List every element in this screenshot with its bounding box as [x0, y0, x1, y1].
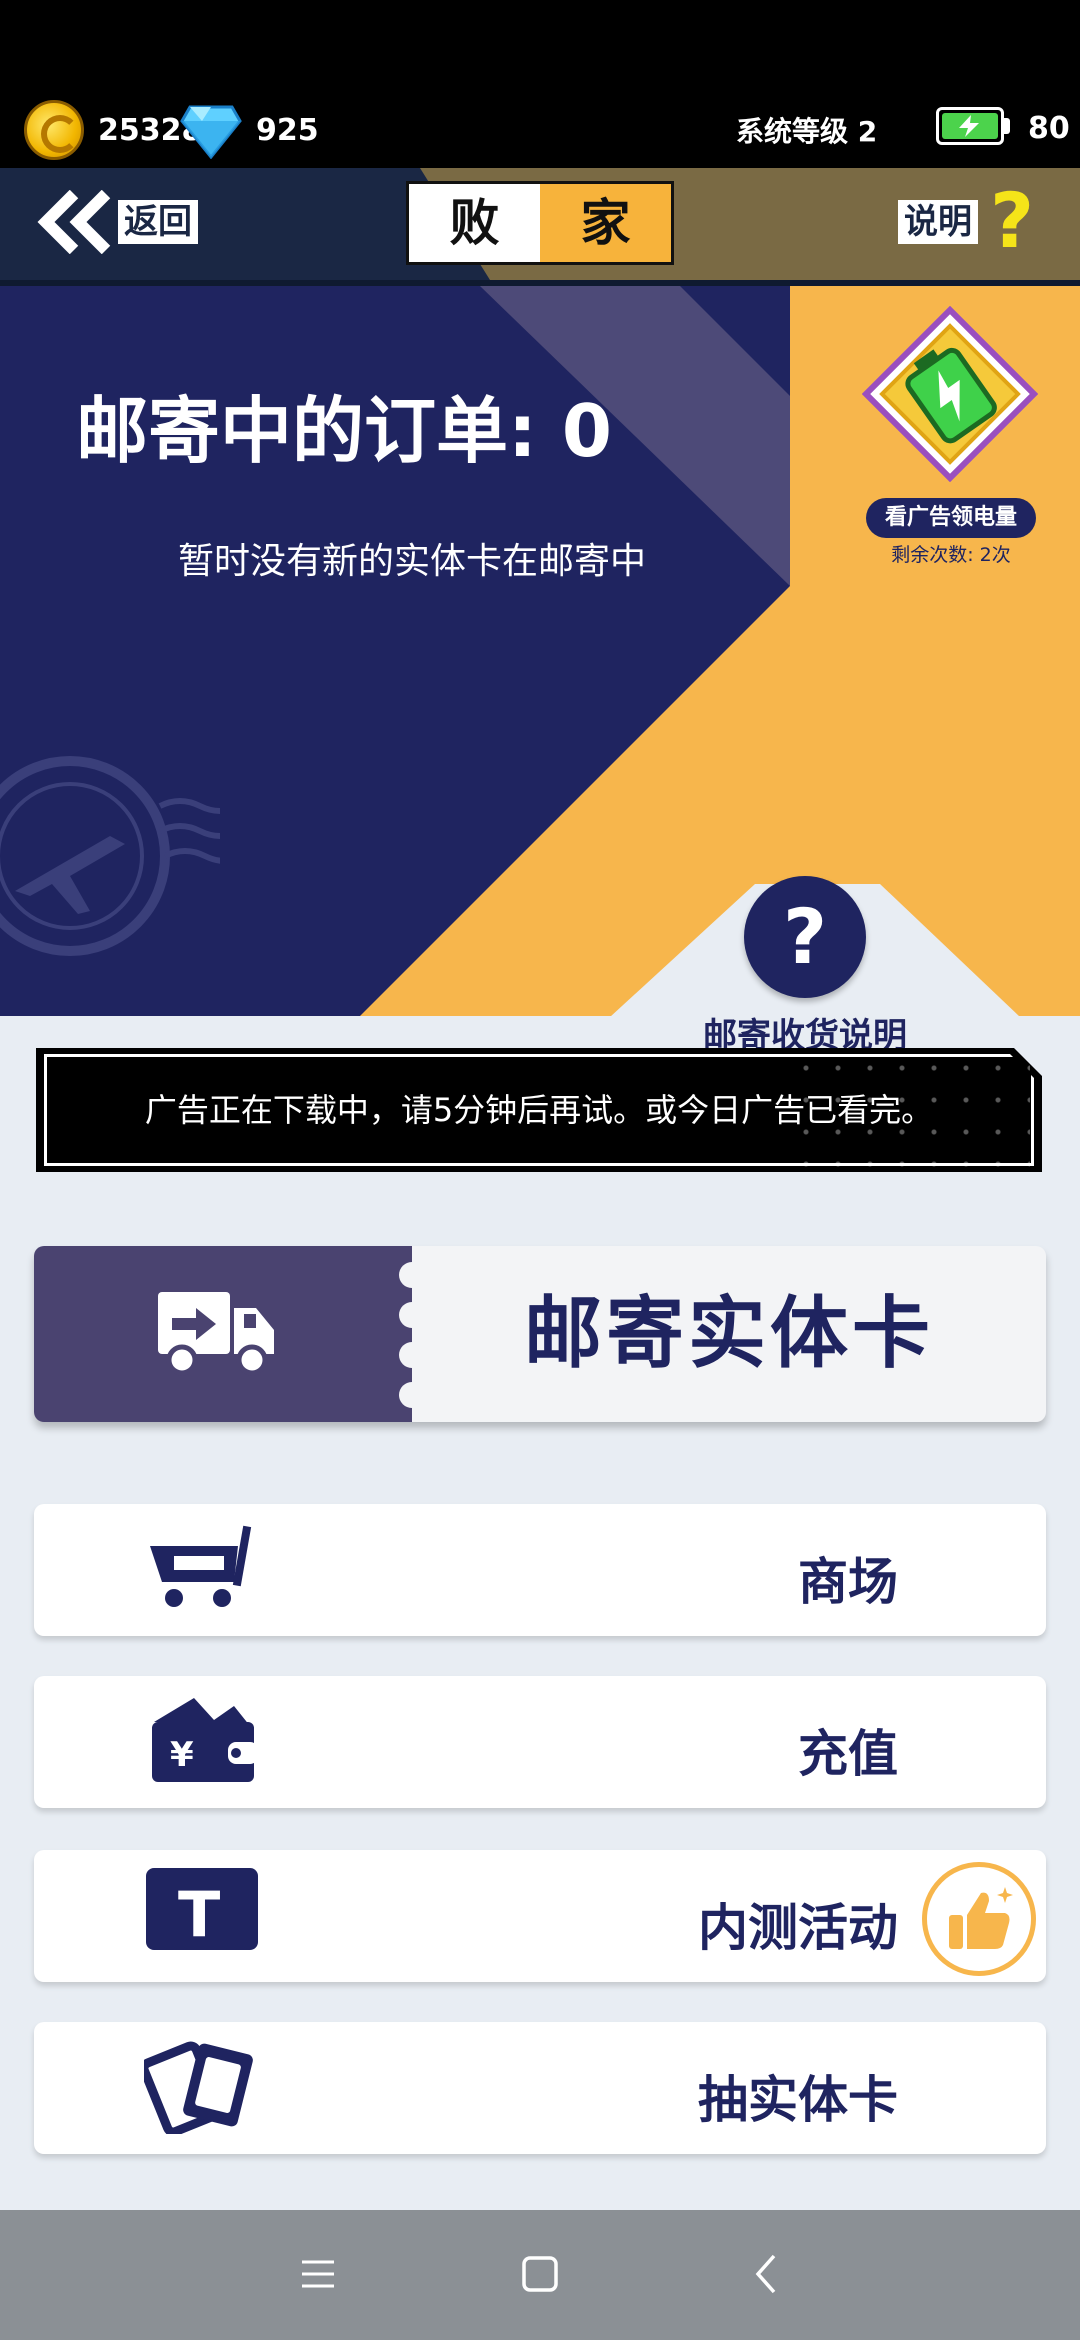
back-label[interactable]: 返回	[118, 200, 198, 244]
orders-empty-text: 暂时没有新的实体卡在邮寄中	[178, 541, 647, 582]
coin-icon	[24, 100, 84, 160]
menu-item-recharge[interactable]: ¥ 充值	[34, 1676, 1046, 1808]
t-badge-icon: T	[146, 1868, 258, 1951]
wallet-icon: ¥	[152, 1698, 258, 1782]
mail-card-label[interactable]: 邮寄实体卡	[412, 1246, 1046, 1422]
delivery-truck-icon	[158, 1292, 274, 1376]
yen-symbol: ¥	[170, 1735, 194, 1775]
mail-help-button[interactable]: ?	[744, 876, 866, 998]
battery-reward-icon[interactable]	[862, 306, 1038, 482]
back-icon[interactable]	[738, 2244, 798, 2304]
help-button-label[interactable]: 说明	[898, 200, 978, 244]
double-chevron-left-icon	[37, 190, 111, 254]
diamond-icon	[180, 105, 242, 159]
menu-item-mall[interactable]: 商场	[34, 1504, 1046, 1636]
system-level: 系统等级 2	[736, 115, 878, 148]
menu-label-draw-card: 抽实体卡	[698, 2071, 898, 2129]
cards-icon	[144, 2041, 253, 2134]
tab-right[interactable]: 家	[540, 184, 671, 262]
gem-count: 925	[256, 113, 319, 148]
question-icon[interactable]: ?	[990, 182, 1046, 260]
watch-ad-button[interactable]: 看广告领电量	[866, 498, 1036, 538]
menu-label-mall: 商场	[798, 1553, 898, 1611]
hero-panel: 邮寄中的订单: 0 暂时没有新的实体卡在邮寄中 看广告领电量 剩余次数: 2次	[0, 286, 1080, 1016]
tab-left[interactable]: 败	[409, 184, 540, 262]
battery-icon	[936, 107, 1004, 145]
orders-title: 邮寄中的订单: 0	[76, 389, 612, 473]
remaining-count: 剩余次数: 2次	[891, 544, 1011, 566]
energy-count: 80	[1028, 111, 1070, 146]
airmail-stamp-icon	[0, 756, 220, 956]
menu-item-beta-event[interactable]: T 内测活动	[34, 1850, 1046, 1982]
menu-label-recharge: 充值	[798, 1725, 898, 1783]
thumbs-up-badge	[922, 1862, 1036, 1976]
menu-icon[interactable]	[288, 2244, 348, 2304]
thumbs-up-icon	[949, 1887, 1013, 1949]
notice-text: 广告正在下载中，请5分钟后再试。或今日广告已看完。	[144, 1091, 934, 1129]
mail-card-button[interactable]: 邮寄实体卡	[34, 1246, 1046, 1422]
t-letter: T	[178, 1878, 220, 1951]
menu-item-draw-card[interactable]: 抽实体卡	[34, 2022, 1046, 2154]
cart-icon	[150, 1525, 252, 1607]
menu-label-beta-event: 内测活动	[698, 1899, 898, 1957]
home-icon[interactable]	[510, 2244, 570, 2304]
battery-tip	[1004, 118, 1010, 134]
mail-help-label[interactable]: 邮寄收货说明	[700, 1014, 910, 1050]
